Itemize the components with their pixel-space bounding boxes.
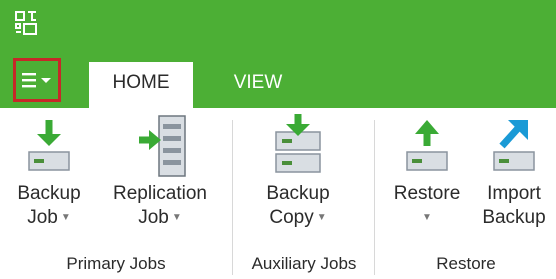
restore-button[interactable]: Restore ▼ [382, 110, 472, 230]
replication-job-button[interactable]: Replication Job ▼ [98, 110, 222, 230]
tab-view[interactable]: VIEW [218, 62, 298, 108]
replication-job-label-line2: Job [138, 207, 169, 229]
group-separator [374, 120, 375, 275]
backup-job-label-line2: Job [27, 207, 58, 229]
backup-job-label: Backup [17, 183, 81, 204]
restore-icon [406, 120, 448, 171]
app-logo-icon [15, 11, 37, 35]
caret-down-icon: ▼ [60, 212, 71, 223]
replication-job-label: Replication [113, 183, 207, 204]
import-backup-label-line2: Backup [482, 207, 546, 228]
group-label-primary-jobs: Primary Jobs [66, 254, 166, 273]
group-label-restore: Restore [436, 254, 496, 273]
backup-job-button[interactable]: Backup Job ▼ [4, 110, 94, 230]
group-separator [232, 120, 233, 275]
import-backup-icon [493, 120, 535, 171]
import-backup-label: Import [487, 183, 541, 204]
title-bar [0, 0, 556, 52]
import-backup-button[interactable]: Import Backup [472, 110, 556, 230]
replication-job-icon [139, 115, 186, 177]
backup-copy-button[interactable]: Backup Copy ▼ [248, 110, 348, 230]
group-label-auxiliary-jobs: Auxiliary Jobs [251, 254, 357, 273]
backup-copy-label-line2: Copy [269, 207, 314, 229]
hamburger-menu-icon [22, 73, 51, 88]
restore-label: Restore [393, 183, 461, 204]
tab-home[interactable]: HOME [89, 62, 193, 108]
caret-down-icon: ▼ [316, 212, 327, 223]
backup-copy-label: Backup [266, 183, 330, 204]
caret-down-icon: ▼ [171, 212, 182, 223]
main-menu-button[interactable] [13, 58, 61, 102]
backup-job-icon [28, 120, 70, 171]
caret-down-icon: ▼ [422, 212, 432, 223]
backup-copy-icon [275, 114, 321, 173]
